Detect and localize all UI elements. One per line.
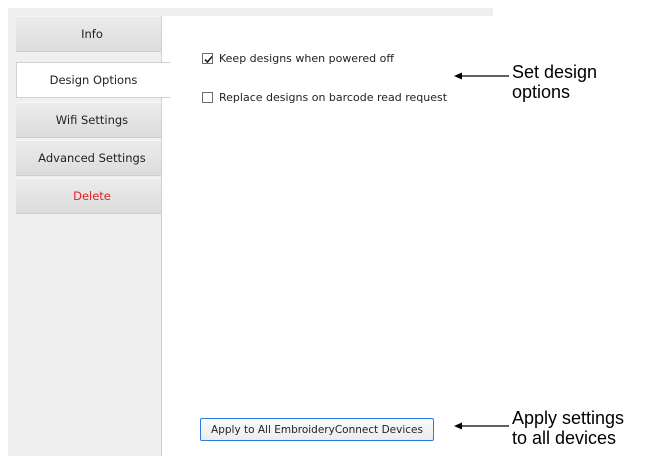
- replace-designs-label: Replace designs on barcode read request: [219, 91, 448, 104]
- tab-delete[interactable]: Delete: [16, 178, 168, 214]
- keep-designs-label: Keep designs when powered off: [219, 52, 394, 65]
- replace-designs-checkbox[interactable]: [202, 92, 213, 103]
- tab-info-label: Info: [81, 27, 103, 41]
- design-options-callout-line1: Set design: [512, 62, 598, 82]
- tab-info[interactable]: Info: [16, 16, 168, 52]
- keep-designs-option[interactable]: Keep designs when powered off: [202, 52, 394, 65]
- tab-wifi-settings[interactable]: Wifi Settings: [16, 102, 168, 138]
- tab-advanced-settings[interactable]: Advanced Settings: [16, 140, 168, 176]
- apply-settings-callout: Apply settings to all devices: [512, 408, 624, 448]
- checkmark-icon: [204, 55, 213, 64]
- tab-wifi-settings-label: Wifi Settings: [55, 113, 129, 127]
- apply-settings-callout-arrow: [454, 422, 509, 430]
- tab-design-options-label: Design Options: [49, 73, 138, 87]
- tab-delete-label: Delete: [73, 189, 111, 203]
- apply-settings-callout-line1: Apply settings: [512, 408, 625, 428]
- apply-button-label: Apply to All EmbroideryConnect Devices: [211, 423, 423, 436]
- tab-advanced-settings-label: Advanced Settings: [38, 151, 146, 165]
- apply-settings-callout-line2: to all devices: [512, 428, 617, 448]
- keep-designs-checkbox[interactable]: [202, 53, 213, 64]
- settings-sidebar: Info Design Options Wifi Settings Advanc…: [16, 16, 170, 456]
- design-options-callout-arrow: [454, 72, 509, 80]
- design-options-callout-line2: options: [512, 82, 571, 102]
- tab-design-options[interactable]: Design Options: [16, 62, 170, 98]
- apply-to-all-devices-button[interactable]: Apply to All EmbroideryConnect Devices: [200, 418, 434, 441]
- replace-designs-option[interactable]: Replace designs on barcode read request: [202, 91, 447, 104]
- design-options-panel: Keep designs when powered off Replace de…: [161, 16, 493, 456]
- design-options-callout: Set design options: [512, 62, 597, 102]
